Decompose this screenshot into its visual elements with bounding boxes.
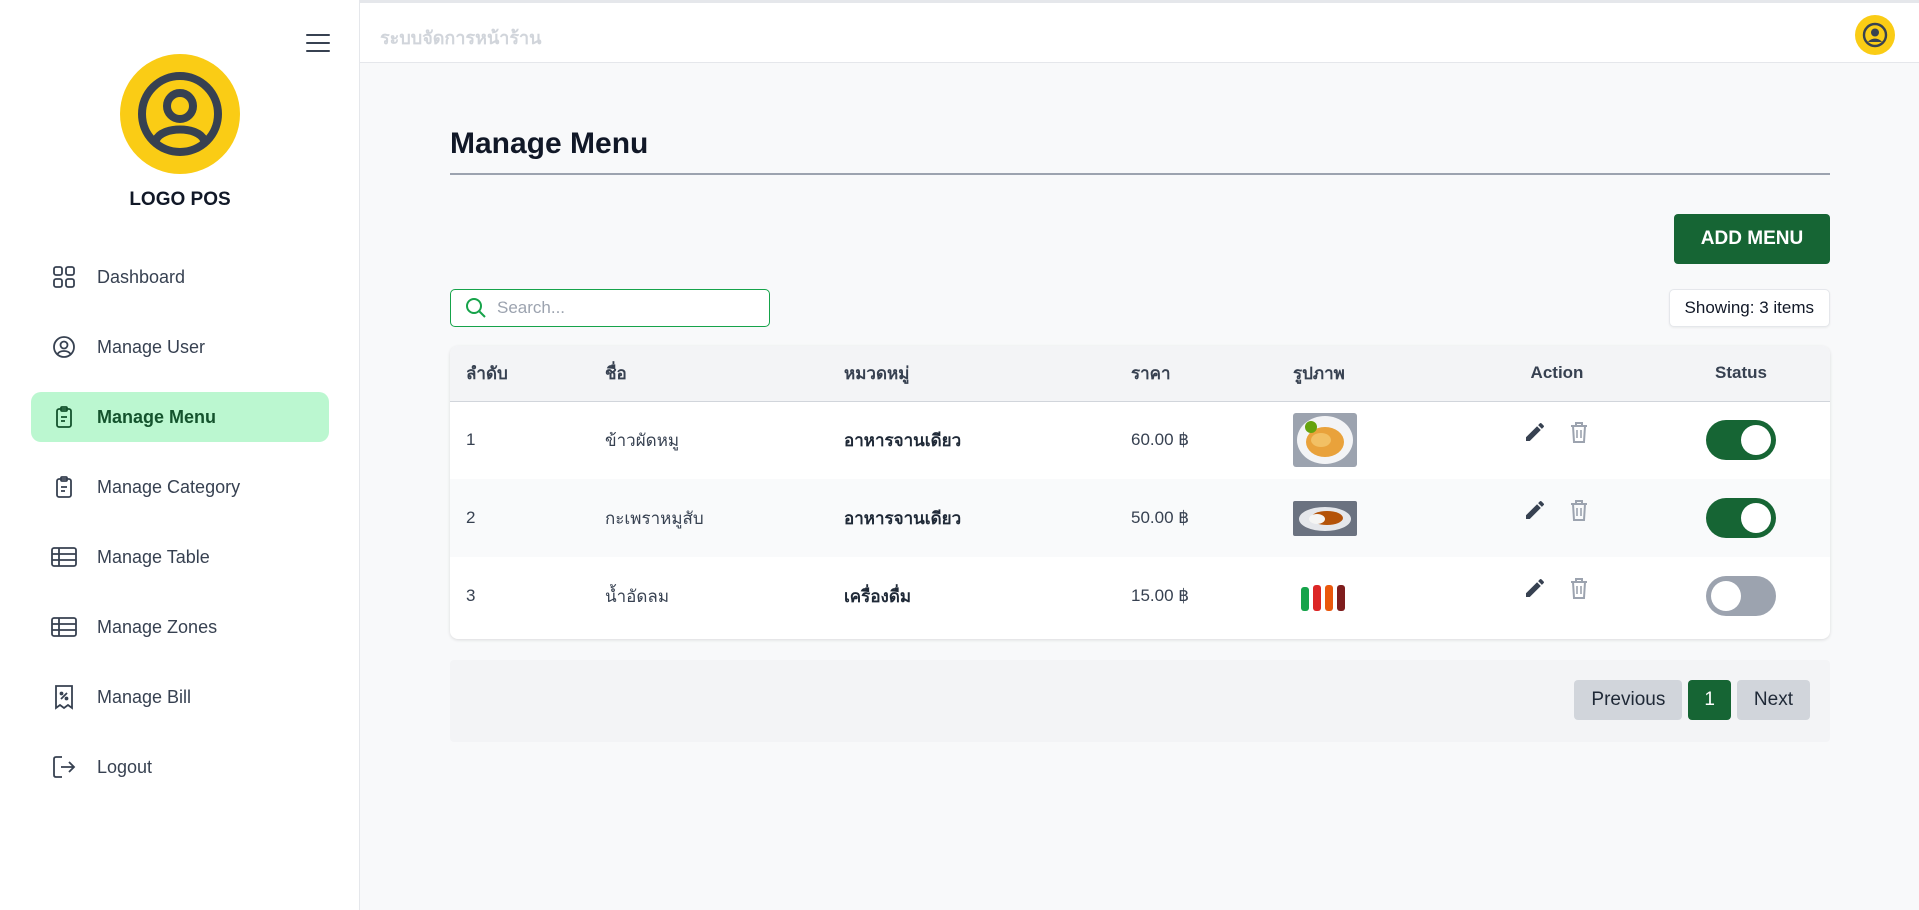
cell-name: กะเพราหมูสับ [605,508,704,528]
cell-no: 2 [466,508,476,527]
basil-pork-image [1293,500,1357,536]
sidebar-item-label: Manage Bill [97,686,192,707]
cell-status [1652,401,1830,479]
sidebar-item-label: Manage Menu [97,406,217,427]
status-toggle[interactable] [1706,498,1776,538]
trash-icon[interactable] [1566,419,1592,445]
column-header-price: ราคา [1131,363,1171,383]
cell-actions [1462,479,1652,557]
sidebar-item-manage-user[interactable]: Manage User [31,322,329,372]
sidebar-item-label: Manage Table [97,546,210,567]
search-input[interactable] [497,298,757,318]
column-header-category: หมวดหมู่ [844,363,910,383]
cell-status [1652,557,1830,635]
table-header-row: ลำดับ ชื่อ หมวดหมู่ ราคา รูปภาพ Action S… [450,346,1830,401]
logout-icon [51,754,77,780]
table-icon [51,544,77,570]
pagination-bar: Previous 1 Next [450,660,1830,742]
sidebar-item-label: Manage Zones [97,616,218,637]
status-toggle[interactable] [1706,420,1776,461]
cell-category: อาหารจานเดียว [844,508,962,528]
user-avatar-icon[interactable] [1855,15,1895,55]
table-icon [51,614,77,640]
cell-image [1277,479,1462,557]
status-toggle[interactable] [1706,576,1776,616]
trash-icon[interactable] [1566,497,1592,523]
app-title: ระบบจัดการหน้าร้าน [380,28,542,48]
clipboard-icon [51,474,77,500]
cell-price: 60.00 ฿ [1131,430,1190,450]
cell-actions [1462,401,1652,479]
sidebar-item-dashboard[interactable]: Dashboard [31,252,329,302]
cell-category: เครื่องดื่ม [844,586,912,606]
column-header-status: Status [1715,363,1767,383]
logo-text: LOGO POS [129,189,231,210]
grid-icon [51,264,77,290]
search-box[interactable] [450,289,770,327]
cell-image [1277,557,1462,635]
column-header-name: ชื่อ [605,363,627,383]
cell-category: อาหารจานเดียว [844,430,962,450]
sidebar-item-label: Logout [97,756,153,777]
title-divider [450,173,1830,175]
sidebar-item-label: Manage Category [97,476,241,497]
cell-no: 3 [466,586,476,605]
sidebar-item-manage-zones[interactable]: Manage Zones [31,602,329,652]
menu-table: ลำดับ ชื่อ หมวดหมู่ ราคา รูปภาพ Action S… [450,346,1830,639]
sidebar-item-manage-category[interactable]: Manage Category [31,462,329,512]
sidebar-nav: Dashboard Manage User Manage Menu Manage… [31,252,329,812]
edit-icon[interactable] [1522,419,1548,445]
item-count-badge: Showing: 3 items [1668,289,1830,327]
table-row: 1 ข้าวผัดหมู อาหารจานเดียว 60.00 ฿ [450,401,1830,479]
cell-no: 1 [466,430,476,450]
trash-icon[interactable] [1566,575,1592,601]
clipboard-icon [51,404,77,430]
cell-name: น้ำอัดลม [605,586,670,606]
sidebar-item-manage-table[interactable]: Manage Table [31,532,329,582]
sidebar-item-label: Dashboard [97,266,186,287]
add-menu-button[interactable]: ADD MENU [1674,214,1830,264]
receipt-icon [51,684,77,710]
cell-price: 15.00 ฿ [1131,586,1190,605]
next-button[interactable]: Next [1736,680,1810,720]
fried-rice-image [1293,413,1357,468]
sidebar-item-manage-menu[interactable]: Manage Menu [31,392,329,442]
hamburger-menu-icon[interactable] [306,34,330,54]
table-row: 2 กะเพราหมูสับ อาหารจานเดียว 50.00 ฿ [450,479,1830,557]
previous-button[interactable]: Previous [1574,680,1683,720]
cell-status [1652,479,1830,557]
cell-actions [1462,557,1652,635]
sidebar: LOGO POS Dashboard Manage User Manage Me… [0,0,360,910]
topbar: ระบบจัดการหน้าร้าน [360,0,1919,63]
cell-price: 50.00 ฿ [1131,508,1190,527]
page-1-button[interactable]: 1 [1688,680,1731,720]
cell-name: ข้าวผัดหมู [605,430,680,450]
page-title: Manage Menu [450,127,649,160]
column-header-action: Action [1530,363,1584,383]
cell-image [1277,401,1462,479]
soft-drinks-image [1293,578,1357,614]
sidebar-item-label: Manage User [97,336,206,357]
column-header-no: ลำดับ [466,363,508,383]
user-circle-icon [51,334,77,360]
logo-icon [120,54,240,174]
column-header-image: รูปภาพ [1293,363,1345,383]
edit-icon[interactable] [1522,575,1548,601]
sidebar-item-logout[interactable]: Logout [31,742,329,792]
edit-icon[interactable] [1522,497,1548,523]
sidebar-item-manage-bill[interactable]: Manage Bill [31,672,329,722]
search-icon [466,298,486,318]
table-row: 3 น้ำอัดลม เครื่องดื่ม 15.00 ฿ [450,557,1830,635]
